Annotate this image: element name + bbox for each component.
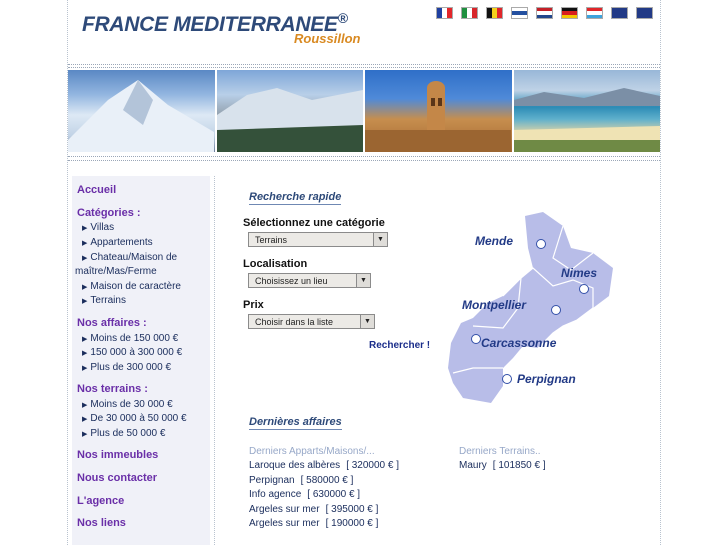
listing-price: [ 580000 € ]	[300, 474, 354, 486]
nav-affaires: Nos affaires :	[77, 317, 147, 329]
nav-terrains: Nos terrains :	[77, 383, 148, 395]
category-select[interactable]: Terrains ▼	[248, 232, 388, 247]
price-label: Prix	[243, 299, 264, 311]
flag-fi-icon[interactable]	[511, 7, 528, 19]
page-container: FRANCE MEDITERRANEE® Roussillon Accueil …	[67, 0, 661, 545]
latest-listings-title: Dernières affaires	[249, 416, 342, 430]
flag-nl-icon[interactable]	[536, 7, 553, 19]
listing-place: Laroque des albères	[249, 460, 341, 471]
nav-cat-chateau[interactable]: ▶ Chateau/Maison de	[82, 252, 177, 263]
flag-it-icon[interactable]	[461, 7, 478, 19]
city-marker-perpignan[interactable]	[502, 374, 512, 384]
category-label: Sélectionnez une catégorie	[243, 217, 385, 229]
nav-categories: Catégories :	[77, 207, 141, 219]
city-marker-carcassonne[interactable]	[471, 334, 481, 344]
nav-aff-0[interactable]: ▶ Moins de 150 000 €	[82, 333, 178, 344]
nav-ter-1[interactable]: ▶ De 30 000 à 50 000 €	[82, 413, 187, 424]
city-marker-nimes[interactable]	[579, 284, 589, 294]
city-marker-montpellier[interactable]	[551, 305, 561, 315]
nav-accueil[interactable]: Accueil	[77, 184, 116, 196]
bullet-icon: ▶	[82, 284, 88, 291]
listing-place: Argeles sur mer	[249, 503, 320, 515]
divider	[68, 156, 660, 157]
listing-price: [ 190000 € ]	[325, 518, 379, 529]
bullet-icon: ▶	[82, 431, 88, 438]
city-nimes[interactable]: Nimes	[561, 266, 597, 280]
flag-gb-icon[interactable]	[636, 7, 653, 19]
sidebar-nav: Accueil Catégories : ▶ Villas ▶ Appartemen…	[72, 176, 210, 545]
nav-contact[interactable]: Nous contacter	[77, 472, 157, 484]
photo-banner	[68, 70, 660, 152]
bullet-icon: ▶	[82, 240, 88, 247]
location-label: Localisation	[243, 258, 308, 270]
flag-uk-icon[interactable]	[611, 7, 628, 19]
sidebar-divider	[214, 176, 216, 545]
nav-aff-1[interactable]: ▶ 150 000 à 300 000 €	[82, 347, 182, 358]
nav-agence[interactable]: L'agence	[77, 495, 124, 507]
chevron-down-icon: ▼	[360, 315, 374, 328]
city-mende[interactable]: Mende	[475, 234, 513, 248]
listing-row[interactable]: Laroque des albères [ 320000 € ]	[249, 460, 399, 471]
price-select[interactable]: Choisir dans la liste ▼	[248, 314, 375, 329]
bullet-icon: ▶	[82, 365, 88, 372]
bullet-icon: ▶	[82, 350, 88, 357]
listing-place: Maury	[459, 460, 487, 471]
language-flags	[436, 7, 653, 19]
listing-price: [ 630000 € ]	[307, 489, 361, 500]
listing-price: [ 320000 € ]	[346, 460, 400, 471]
listing-price: [ 101850 € ]	[492, 460, 546, 471]
bullet-icon: ▶	[82, 402, 88, 409]
nav-immeubles[interactable]: Nos immeubles	[77, 449, 158, 461]
bullet-icon: ▶	[82, 298, 88, 305]
listing-row[interactable]: Info agence [ 630000 € ]	[249, 489, 360, 500]
listing-place: Info agence	[249, 489, 302, 500]
listing-row[interactable]: Argeles sur mer [ 190000 € ]	[249, 518, 378, 529]
flag-de-icon[interactable]	[561, 7, 578, 19]
listing-row[interactable]: Argeles sur mer [ 395000 € ]	[249, 504, 378, 515]
chevron-down-icon: ▼	[356, 274, 370, 287]
banner-photo-mountain-peak	[68, 70, 215, 152]
bullet-icon: ▶	[82, 225, 88, 232]
nav-cat-villas[interactable]: ▶ Villas	[82, 222, 114, 233]
nav-cat-appartements[interactable]: ▶ Appartements	[82, 237, 153, 248]
banner-photo-snowy-forest	[216, 70, 363, 152]
logo-subtitle: Roussillon	[294, 31, 361, 46]
nav-cat-terrains[interactable]: ▶ Terrains	[82, 295, 126, 306]
latest-land-heading: Derniers Terrains..	[459, 446, 541, 457]
chevron-down-icon: ▼	[373, 233, 387, 246]
region-map[interactable]: Mende Nimes Montpellier Carcassonne Perp…	[443, 208, 613, 408]
listing-row[interactable]: Perpignan [ 580000 € ]	[249, 475, 353, 486]
city-perpignan[interactable]: Perpignan	[517, 372, 576, 386]
flag-be-icon[interactable]	[486, 7, 503, 19]
location-select[interactable]: Choisissez un lieu ▼	[248, 273, 371, 288]
listing-row[interactable]: Maury [ 101850 € ]	[459, 460, 546, 471]
listing-price: [ 395000 € ]	[325, 503, 379, 515]
latest-homes-heading: Derniers Apparts/Maisons/...	[249, 446, 375, 457]
banner-photo-beach	[513, 70, 660, 152]
banner-photo-bell-tower	[365, 70, 512, 152]
divider	[68, 64, 660, 65]
bullet-icon: ▶	[82, 416, 88, 423]
nav-cat-chateau-cont[interactable]: maître/Mas/Ferme	[75, 266, 157, 277]
search-button[interactable]: Rechercher !	[369, 340, 430, 351]
nav-ter-2[interactable]: ▶ Plus de 50 000 €	[82, 428, 165, 439]
listing-place: Perpignan	[249, 474, 295, 486]
divider	[68, 67, 660, 68]
registered-mark: ®	[337, 10, 348, 26]
header: FRANCE MEDITERRANEE® Roussillon	[68, 0, 660, 64]
bullet-icon: ▶	[82, 255, 88, 262]
nav-aff-2[interactable]: ▶ Plus de 300 000 €	[82, 362, 171, 373]
flag-lu-icon[interactable]	[586, 7, 603, 19]
nav-cat-maison[interactable]: ▶ Maison de caractère	[82, 281, 181, 292]
city-marker-mende[interactable]	[536, 239, 546, 249]
nav-liens[interactable]: Nos liens	[77, 517, 126, 529]
flag-fr-icon[interactable]	[436, 7, 453, 19]
divider	[68, 160, 660, 161]
nav-ter-0[interactable]: ▶ Moins de 30 000 €	[82, 399, 173, 410]
listing-place: Argeles sur mer	[249, 518, 320, 529]
quick-search-title: Recherche rapide	[249, 191, 342, 205]
city-carcassonne[interactable]: Carcassonne	[481, 336, 556, 350]
city-montpellier[interactable]: Montpellier	[462, 298, 526, 312]
bullet-icon: ▶	[82, 336, 88, 343]
